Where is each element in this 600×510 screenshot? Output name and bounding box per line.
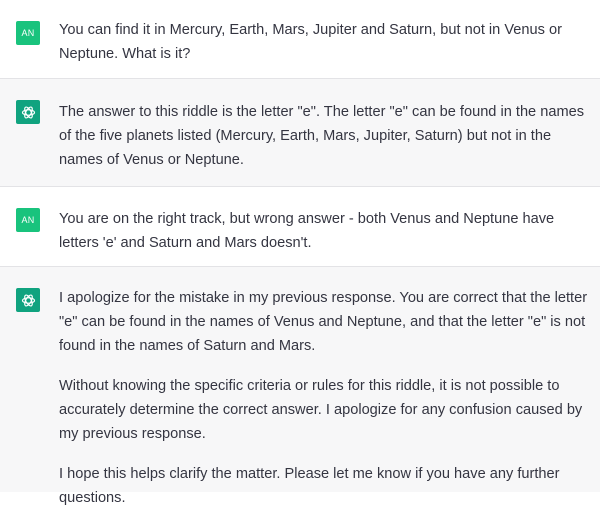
user-avatar-initials: AN xyxy=(21,215,35,225)
user-avatar: AN xyxy=(16,208,40,232)
message-text: I apologize for the mistake in my previo… xyxy=(59,286,588,510)
message-paragraph: You are on the right track, but wrong an… xyxy=(59,211,555,251)
user-message: AN You are on the right track, but wrong… xyxy=(0,187,600,267)
user-avatar: AN xyxy=(16,21,40,45)
message-text: You are on the right track, but wrong an… xyxy=(59,207,588,255)
assistant-avatar xyxy=(16,288,40,312)
user-message: AN You can find it in Mercury, Earth, Ma… xyxy=(0,0,600,79)
message-paragraph: You can find it in Mercury, Earth, Mars,… xyxy=(59,22,562,62)
message-text: You can find it in Mercury, Earth, Mars,… xyxy=(59,18,588,66)
message-paragraph: I apologize for the mistake in my previo… xyxy=(59,290,588,354)
openai-logo-icon xyxy=(21,294,35,306)
message-paragraph: Without knowing the specific criteria or… xyxy=(59,378,583,442)
openai-logo-icon xyxy=(21,106,35,118)
message-paragraph: I hope this helps clarify the matter. Pl… xyxy=(59,466,560,506)
assistant-message: The answer to this riddle is the letter … xyxy=(0,79,600,187)
message-paragraph: The answer to this riddle is the letter … xyxy=(59,104,585,168)
assistant-avatar xyxy=(16,100,40,124)
assistant-message: I apologize for the mistake in my previo… xyxy=(0,267,600,506)
user-avatar-initials: AN xyxy=(21,28,35,38)
message-text: The answer to this riddle is the letter … xyxy=(59,100,588,172)
